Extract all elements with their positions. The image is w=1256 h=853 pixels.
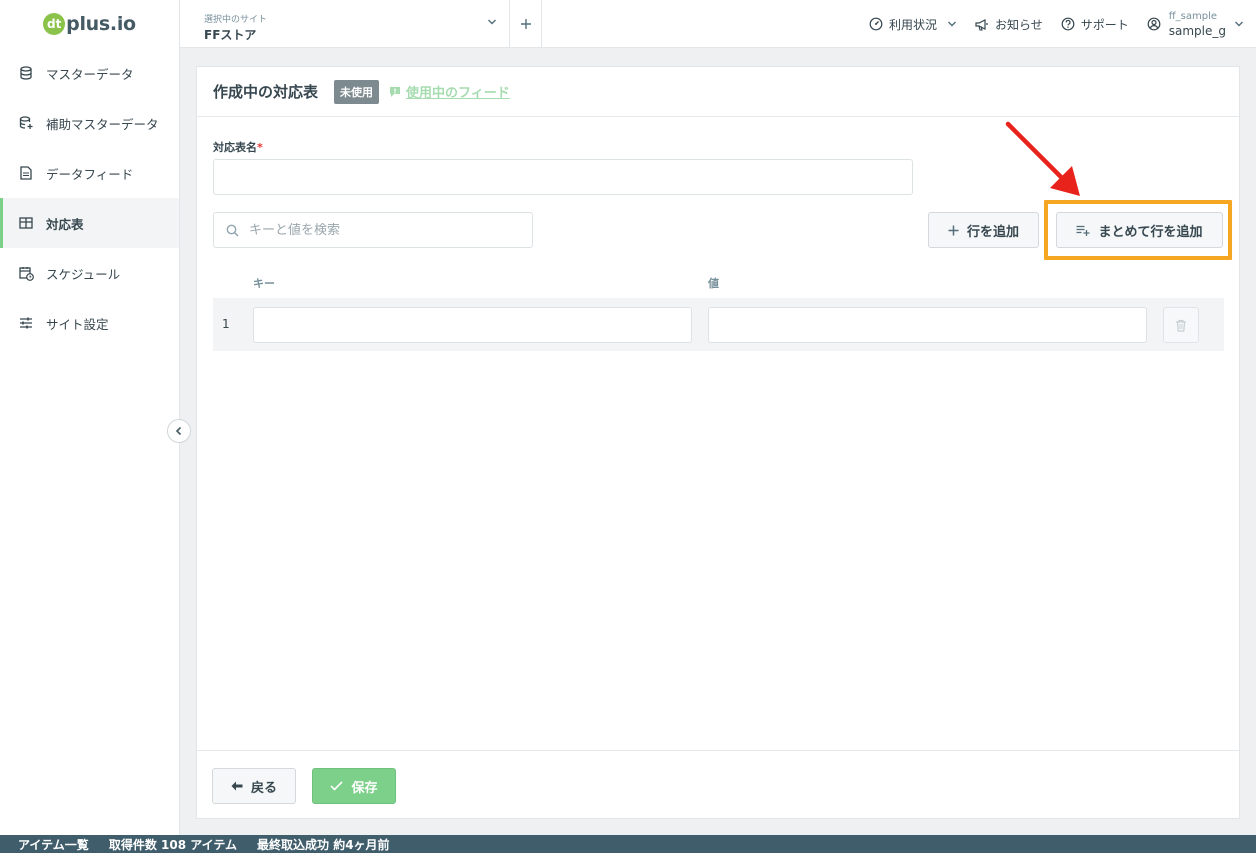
sidebar-collapse-button[interactable] (167, 419, 191, 443)
feeds-in-use-link[interactable]: 使用中のフィード (389, 82, 510, 101)
search-field[interactable] (213, 212, 533, 248)
arrow-left-icon (231, 781, 243, 791)
site-selector[interactable]: 選択中のサイト FFストア (180, 0, 510, 48)
support-label: サポート (1080, 17, 1129, 32)
chevron-down-icon (1235, 21, 1243, 27)
save-label: 保存 (351, 780, 378, 796)
site-name: FFストア (204, 28, 257, 42)
alert-message-icon (390, 86, 401, 97)
delete-row-button[interactable] (1163, 307, 1199, 343)
column-header-key: キー (253, 277, 275, 290)
chevron-down-icon (947, 21, 956, 27)
sidebar-item-label: 対応表 (46, 216, 84, 232)
usage-menu[interactable]: 利用状況 (869, 16, 957, 33)
last-import-status: 最終取込成功 約4ヶ月前 (257, 837, 390, 852)
feeds-in-use-label: 使用中のフィード (406, 86, 510, 101)
search-icon (226, 224, 239, 237)
search-input[interactable] (249, 222, 509, 238)
sidebar: dt plus.io マスターデータ 補助マスターデータ データフィード 対応表… (0, 0, 180, 835)
user-account-id: ff_sample (1168, 11, 1217, 22)
sidebar-item-sub-master-data[interactable]: 補助マスターデータ (0, 98, 179, 148)
logo[interactable]: dt plus.io (0, 0, 179, 48)
sidebar-item-label: データフィード (46, 166, 134, 182)
back-label: 戻る (250, 780, 277, 796)
chevron-left-icon (175, 426, 182, 436)
item-list-label[interactable]: アイテム一覧 (18, 836, 89, 853)
check-icon (330, 781, 344, 791)
megaphone-icon (975, 18, 988, 31)
plus-icon (520, 19, 531, 29)
database-plus-icon (18, 115, 34, 131)
user-name: sample_g (1168, 24, 1226, 38)
fetch-count: 取得件数 108 アイテム (108, 837, 238, 852)
value-input[interactable] (708, 307, 1147, 343)
user-icon (1147, 17, 1161, 31)
table-name-input[interactable] (213, 159, 913, 195)
table-row: 1 (213, 298, 1224, 351)
chevron-down-icon (488, 19, 496, 25)
user-menu[interactable]: ff_sample sample_g (1147, 10, 1244, 38)
bulk-add-rows-button[interactable]: まとめて行を追加 (1056, 212, 1223, 248)
key-input[interactable] (253, 307, 692, 343)
add-row-button[interactable]: 行を追加 (928, 212, 1039, 248)
news-label: お知らせ (994, 17, 1043, 32)
table-icon (18, 215, 34, 231)
back-button[interactable]: 戻る (212, 768, 296, 804)
save-button[interactable]: 保存 (312, 768, 396, 804)
document-icon (18, 165, 34, 181)
support-link[interactable]: サポート (1061, 16, 1129, 33)
logo-text: plus.io (66, 13, 136, 35)
add-row-label: 行を追加 (966, 224, 1019, 240)
table-name-label: 対応表名* (213, 139, 263, 155)
column-header-value: 値 (708, 277, 719, 290)
logo-mark: dt (43, 13, 66, 35)
sidebar-item-data-feed[interactable]: データフィード (0, 148, 179, 198)
table-name-label-text: 対応表名 (213, 141, 257, 154)
playlist-add-icon (1076, 225, 1090, 236)
sidebar-item-label: 補助マスターデータ (46, 116, 159, 132)
calendar-clock-icon (18, 265, 34, 281)
row-number: 1 (222, 317, 230, 331)
page-title: 作成中の対応表 (213, 83, 319, 101)
bulk-add-rows-label: まとめて行を追加 (1098, 224, 1203, 240)
sidebar-item-mapping-table[interactable]: 対応表 (0, 198, 179, 248)
sidebar-item-label: スケジュール (46, 266, 121, 282)
trash-icon (1176, 319, 1186, 332)
sidebar-item-label: サイト設定 (46, 316, 109, 332)
panel-header: 作成中の対応表 未使用 使用中のフィード (197, 67, 1239, 117)
help-icon (1061, 17, 1075, 31)
plus-icon (948, 225, 959, 235)
sidebar-item-master-data[interactable]: マスターデータ (0, 48, 179, 98)
sidebar-item-schedule[interactable]: スケジュール (0, 248, 179, 298)
sidebar-item-label: マスターデータ (46, 66, 134, 82)
mapping-table-editor: 作成中の対応表 未使用 使用中のフィード 対応表名* 行を追加 まとめて行を追加… (196, 66, 1240, 819)
database-icon (18, 65, 34, 81)
sidebar-nav: マスターデータ 補助マスターデータ データフィード 対応表 スケジュール サイト… (0, 48, 179, 348)
top-header: 選択中のサイト FFストア 利用状況 お知らせ サポート ff_sample s… (180, 0, 1256, 48)
sliders-icon (18, 315, 34, 331)
status-badge: 未使用 (334, 79, 380, 104)
usage-label: 利用状況 (888, 17, 937, 32)
add-site-button[interactable] (510, 0, 542, 48)
news-link[interactable]: お知らせ (975, 16, 1043, 33)
site-caption: 選択中のサイト (204, 15, 268, 25)
gauge-icon (869, 17, 883, 31)
required-mark: * (257, 141, 263, 154)
bottom-status-bar: アイテム一覧 取得件数 108 アイテム 最終取込成功 約4ヶ月前 (0, 835, 1256, 853)
panel-footer: 戻る 保存 (197, 750, 1239, 819)
sidebar-item-site-settings[interactable]: サイト設定 (0, 298, 179, 348)
